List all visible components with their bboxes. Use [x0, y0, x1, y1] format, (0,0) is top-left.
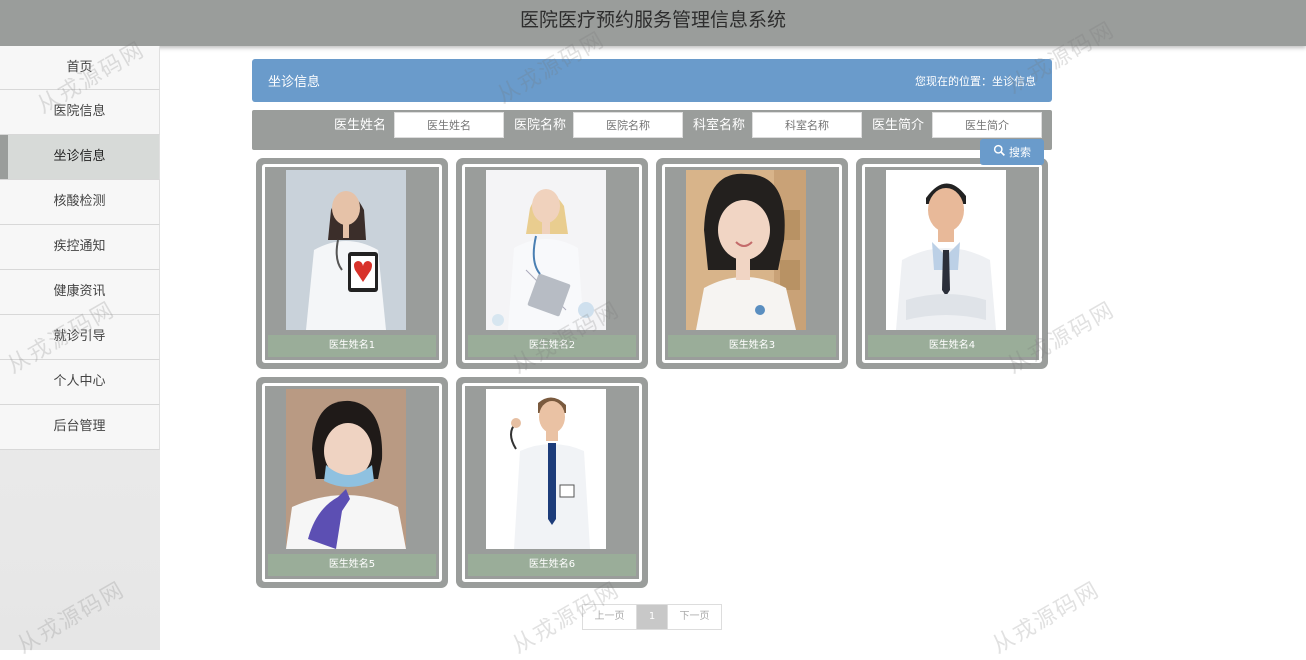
sidebar-item-personal-center[interactable]: 个人中心 [0, 360, 160, 405]
search-icon [993, 144, 1006, 160]
doctor-card[interactable]: 医生姓名6 [456, 377, 648, 588]
search-button-label: 搜索 [1009, 146, 1031, 159]
doctor-name: 医生姓名2 [468, 335, 636, 357]
department-name-input[interactable] [752, 112, 862, 138]
doctor-photo [486, 170, 606, 330]
doctor-photo [886, 170, 1006, 330]
search-bar: 医生姓名 医院名称 科室名称 医生简介 [252, 110, 1052, 150]
pagination: 上一页 1 下一页 [582, 604, 722, 630]
doctor-photo [686, 170, 806, 330]
doctor-card[interactable]: 医生姓名3 [656, 158, 848, 369]
sidebar-item-home[interactable]: 首页 [0, 46, 160, 90]
sidebar-item-admin[interactable]: 后台管理 [0, 405, 160, 450]
doctor-card[interactable]: 医生姓名1 [256, 158, 448, 369]
doctor-intro-label: 医生简介 [872, 118, 925, 133]
doctor-photo [486, 389, 606, 549]
main-content: 坐诊信息 您现在的位置：坐诊信息 医生姓名 医院名称 科室名称 医生简介 [252, 59, 1052, 150]
sidebar-item-visit-guide[interactable]: 就诊引导 [0, 315, 160, 360]
doctor-name: 医生姓名1 [268, 335, 436, 357]
hospital-name-label: 医院名称 [514, 118, 567, 133]
doctor-card[interactable]: 医生姓名5 [256, 377, 448, 588]
watermark: 从戎源码网 [988, 577, 1105, 659]
doctor-name: 医生姓名3 [668, 335, 836, 357]
doctor-name: 医生姓名5 [268, 554, 436, 576]
search-button[interactable]: 搜索 [980, 139, 1044, 165]
sidebar-item-nucleic-test[interactable]: 核酸检测 [0, 180, 160, 225]
sidebar: 首页 医院信息 坐诊信息 核酸检测 疾控通知 健康资讯 就诊引导 个人中心 后台… [0, 46, 160, 650]
doctor-photo [286, 170, 406, 330]
hospital-name-input[interactable] [573, 112, 683, 138]
doctor-name: 医生姓名4 [868, 335, 1036, 357]
section-title: 坐诊信息 [268, 75, 321, 90]
sidebar-item-consultation-info[interactable]: 坐诊信息 [0, 135, 160, 180]
breadcrumb: 您现在的位置：坐诊信息 [915, 74, 1036, 88]
app-title: 医院医疗预约服务管理信息系统 [519, 9, 786, 31]
section-header: 坐诊信息 您现在的位置：坐诊信息 [252, 59, 1052, 102]
current-page[interactable]: 1 [637, 605, 667, 629]
doctor-card[interactable]: 医生姓名4 [856, 158, 1048, 369]
sidebar-item-hospital-info[interactable]: 医院信息 [0, 90, 160, 135]
doctor-photo [286, 389, 406, 549]
sidebar-item-cdc-notice[interactable]: 疾控通知 [0, 225, 160, 270]
doctor-name-label: 医生姓名 [334, 118, 387, 133]
doctor-intro-input[interactable] [932, 112, 1042, 138]
prev-page-button[interactable]: 上一页 [583, 605, 637, 629]
next-page-button[interactable]: 下一页 [667, 605, 721, 629]
top-header-bar: 医院医疗预约服务管理信息系统 [0, 0, 1306, 46]
doctor-card[interactable]: 医生姓名2 [456, 158, 648, 369]
department-name-label: 科室名称 [693, 118, 746, 133]
sidebar-item-health-news[interactable]: 健康资讯 [0, 270, 160, 315]
doctor-name: 医生姓名6 [468, 554, 636, 576]
doctor-name-input[interactable] [394, 112, 504, 138]
